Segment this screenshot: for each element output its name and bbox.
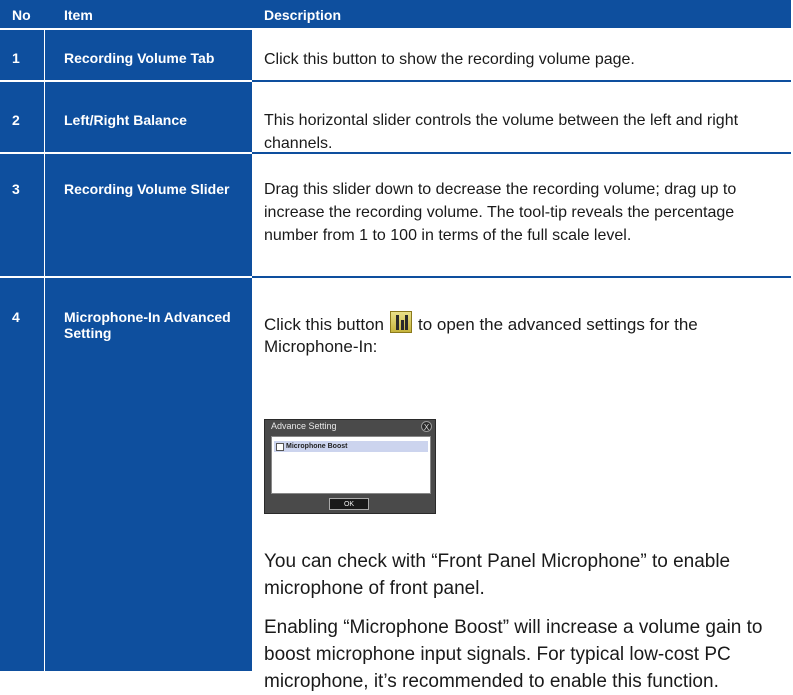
row-description: Click this button to open the advanced se… [264,311,784,358]
table-row: 3 Recording Volume Slider Drag this slid… [0,154,791,276]
row-number: 4 [12,309,20,325]
spec-table: No Item Description 1 Recording Volume T… [0,0,791,692]
microphone-boost-checkbox [276,443,284,451]
row-item: Microphone-In Advanced Setting [64,309,231,341]
row-description: This horizontal slider controls the volu… [264,112,739,152]
microphone-boost-option: Microphone Boost [274,441,428,452]
header-no: No [12,7,31,23]
advance-setting-dialog: Advance Setting X Microphone Boost OK [264,419,436,514]
dialog-title: Advance Setting [271,421,337,431]
dialog-options-panel: Microphone Boost [271,436,431,494]
desc-text-before-icon: Click this button [264,315,384,334]
row-number: 2 [12,112,20,128]
row-number: 1 [12,50,20,66]
row-description: Click this button to show the recording … [264,51,635,68]
row-item: Recording Volume Tab [64,50,215,66]
header-item: Item [64,7,93,23]
paragraph-front-panel: You can check with “Front Panel Micropho… [264,551,731,599]
advanced-settings-icon [390,311,412,333]
row-number: 3 [12,181,20,197]
row-item: Left/Right Balance [64,112,187,128]
paragraph-microphone-boost: Enabling “Microphone Boost” will increas… [264,617,763,692]
row-item: Recording Volume Slider [64,181,230,197]
close-icon: X [421,421,432,432]
header-description: Description [264,7,342,23]
table-row: 1 Recording Volume Tab Click this button… [0,30,791,80]
row-description: Drag this slider down to decrease the re… [264,181,737,244]
ok-button: OK [329,498,369,510]
microphone-boost-label: Microphone Boost [286,443,348,450]
table-row: 2 Left/Right Balance This horizontal sli… [0,82,791,152]
table-header: No Item Description [0,0,791,30]
